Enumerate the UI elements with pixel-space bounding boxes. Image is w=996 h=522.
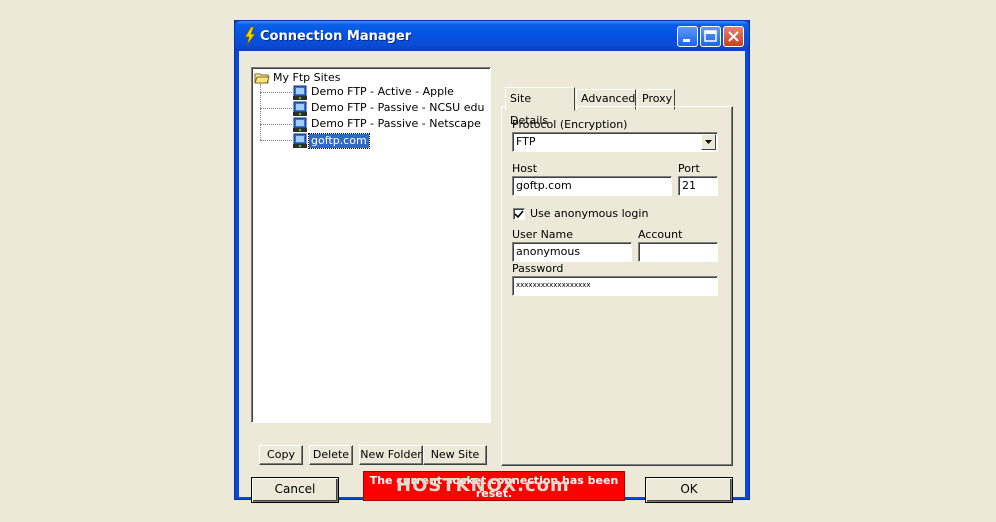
lightning-bolt-icon [244, 27, 256, 45]
checkmark-icon [514, 210, 524, 219]
close-icon [728, 31, 739, 42]
port-label: Port [678, 162, 700, 175]
maximize-icon [704, 30, 717, 42]
ftp-site-icon [293, 101, 307, 116]
minimize-icon [683, 39, 690, 42]
username-input[interactable]: anonymous [512, 242, 632, 262]
tree-connector [260, 124, 292, 125]
ok-button[interactable]: OK [645, 477, 733, 503]
connection-manager-window: Connection Manager My Ftp Sites Demo FTP… [234, 20, 750, 503]
tree-item-label[interactable]: goftp.com [308, 133, 370, 149]
window-title: Connection Manager [260, 29, 412, 44]
new-folder-button[interactable]: New Folder [359, 445, 423, 465]
copy-button[interactable]: Copy [259, 445, 303, 465]
anonymous-login-label[interactable]: Use anonymous login [530, 207, 648, 220]
cancel-button[interactable]: Cancel [251, 477, 339, 503]
delete-button[interactable]: Delete [309, 445, 353, 465]
tree-root-label[interactable]: My Ftp Sites [273, 71, 340, 85]
chevron-down-icon [705, 140, 712, 144]
ftp-site-icon [293, 85, 307, 100]
close-button[interactable] [723, 26, 744, 47]
account-label: Account [638, 228, 683, 241]
host-input[interactable]: goftp.com [512, 176, 672, 196]
site-tree[interactable]: My Ftp Sites Demo FTP - Active - Apple D… [251, 67, 491, 423]
ftp-site-icon [293, 133, 307, 148]
minimize-button[interactable] [677, 26, 698, 47]
dropdown-button[interactable] [701, 134, 716, 150]
ftp-site-icon [293, 117, 307, 132]
tree-item-label[interactable]: Demo FTP - Active - Apple [311, 85, 454, 99]
tree-item-label[interactable]: Demo FTP - Passive - Netscape [311, 117, 481, 131]
folder-open-icon [254, 73, 270, 84]
host-label: Host [512, 162, 538, 175]
maximize-button[interactable] [700, 26, 721, 47]
tab-site-details[interactable]: Site Details [505, 87, 575, 127]
protocol-select[interactable]: FTP [512, 132, 718, 152]
anonymous-login-checkbox[interactable] [513, 208, 525, 220]
site-details-panel: Protocol (Encryption) FTP Host goftp.com… [501, 106, 733, 466]
password-input[interactable]: xxxxxxxxxxxxxxxxxx [512, 276, 718, 296]
watermark-text: HOSTKNOX.com [396, 475, 570, 496]
tree-item-label[interactable]: Demo FTP - Passive - NCSU edu [311, 101, 484, 115]
dialog-client-area: My Ftp Sites Demo FTP - Active - Apple D… [239, 51, 745, 503]
tree-connector [260, 140, 292, 141]
account-input[interactable] [638, 242, 718, 262]
tree-connector [260, 92, 292, 93]
title-bar[interactable]: Connection Manager [235, 21, 749, 51]
username-label: User Name [512, 228, 574, 241]
password-label: Password [512, 262, 564, 275]
protocol-value: FTP [516, 135, 536, 148]
new-site-button[interactable]: New Site [423, 445, 487, 465]
port-input[interactable]: 21 [678, 176, 718, 196]
tree-connector [260, 108, 292, 109]
